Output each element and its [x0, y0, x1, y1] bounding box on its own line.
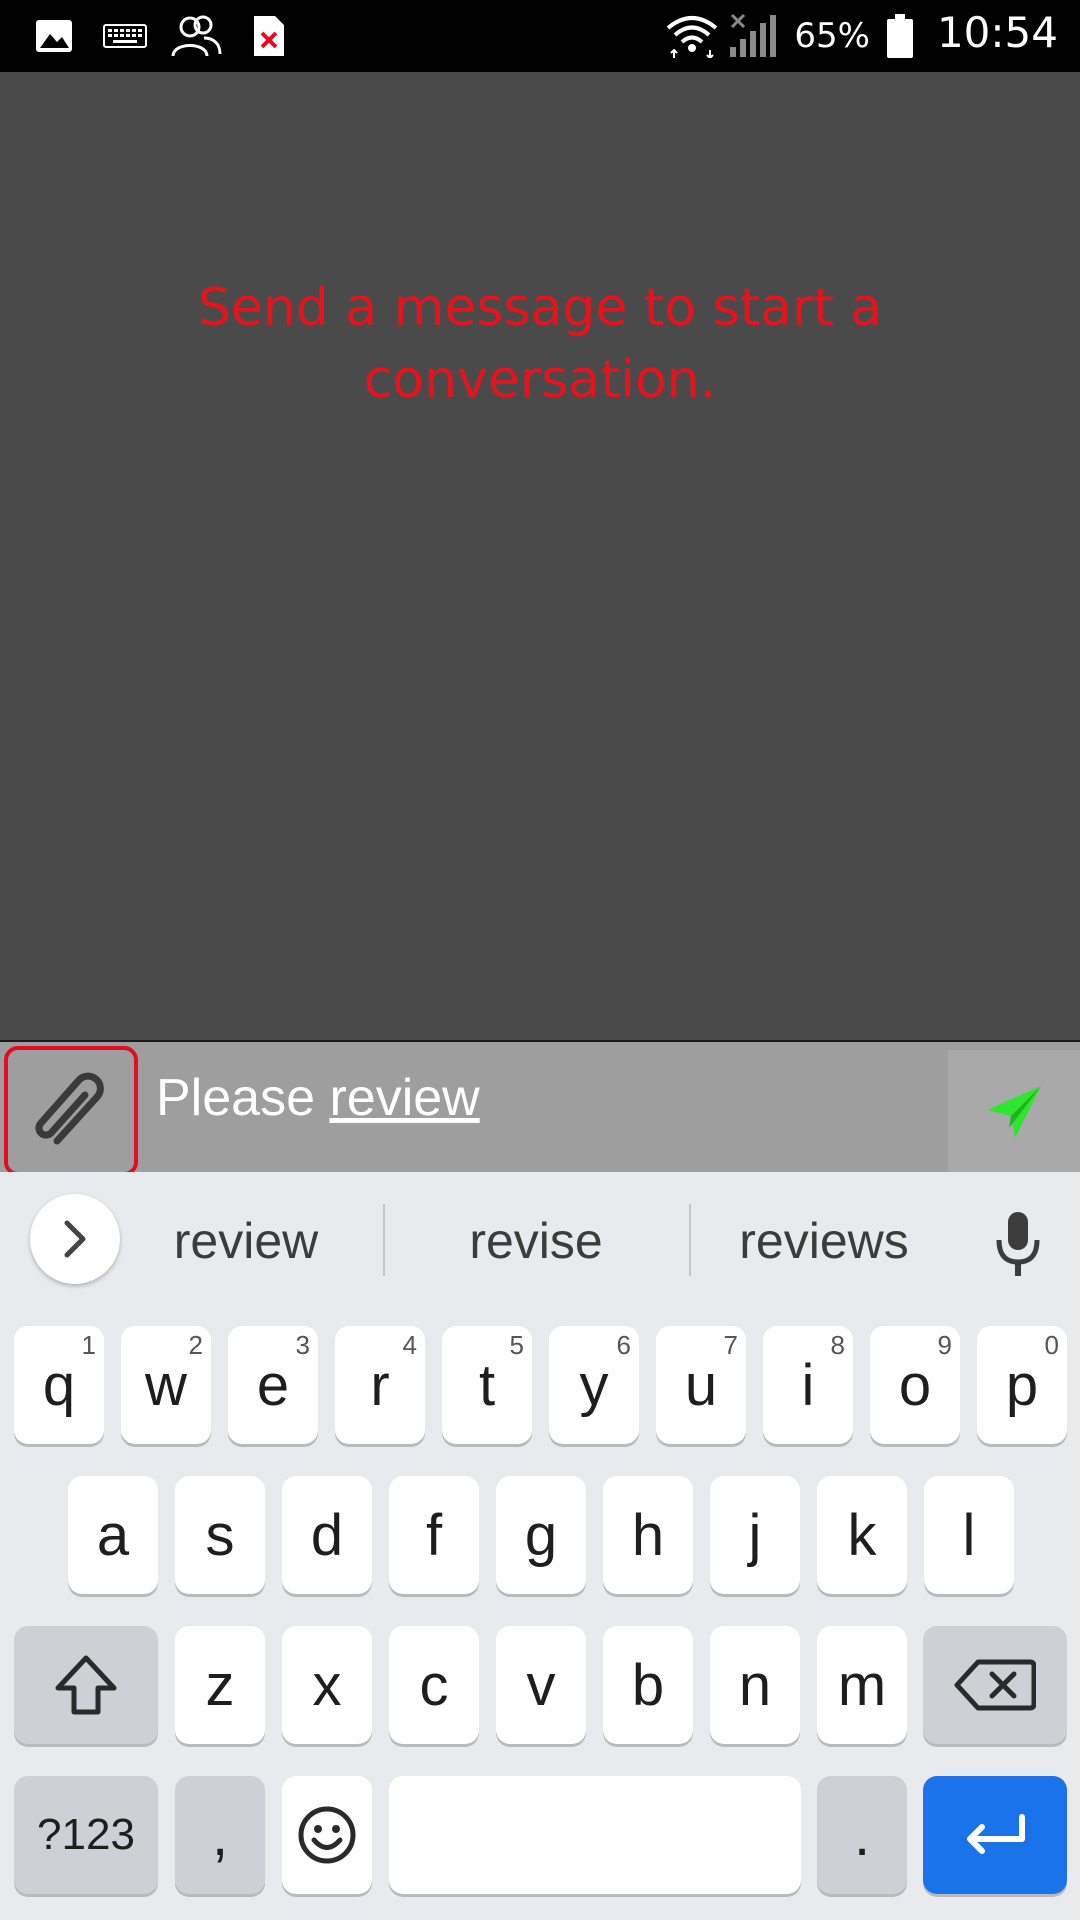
shift-arrow-icon — [55, 1655, 117, 1715]
key-c[interactable]: c — [389, 1626, 479, 1744]
key-a[interactable]: a — [68, 1476, 158, 1594]
key-number-hint: 4 — [402, 1330, 417, 1360]
message-input-text: Please — [156, 1069, 330, 1127]
symbols-key[interactable]: ?123 — [14, 1776, 158, 1894]
status-bar: 65% 10:54 — [0, 0, 1080, 72]
key-m[interactable]: m — [817, 1626, 907, 1744]
key-number-hint: 5 — [509, 1330, 524, 1360]
message-input[interactable]: Please review — [156, 1068, 480, 1128]
key-o[interactable]: o9 — [870, 1326, 960, 1444]
enter-arrow-icon — [967, 1814, 1025, 1854]
key-number-hint: 0 — [1044, 1330, 1059, 1360]
suggestion-1[interactable]: review — [140, 1212, 352, 1270]
key-k[interactable]: k — [817, 1476, 907, 1594]
emoji-smiley-icon — [298, 1806, 356, 1864]
key-q[interactable]: q1 — [14, 1326, 104, 1444]
suggestion-divider — [383, 1204, 385, 1276]
gallery-icon — [34, 12, 74, 60]
key-x[interactable]: x — [282, 1626, 372, 1744]
attach-button[interactable] — [4, 1046, 138, 1176]
microphone-icon — [996, 1212, 1040, 1276]
wifi-icon — [664, 12, 720, 60]
key-number-hint: 2 — [188, 1330, 203, 1360]
key-letter: y — [579, 1352, 609, 1418]
key-letter: q — [42, 1352, 76, 1418]
send-button[interactable] — [948, 1050, 1080, 1174]
key-number-hint: 3 — [295, 1330, 310, 1360]
empty-conversation-message: Send a message to start a conversation. — [197, 278, 883, 410]
key-v[interactable]: v — [496, 1626, 586, 1744]
key-letter: t — [478, 1352, 496, 1418]
suggestion-divider — [689, 1204, 691, 1276]
key-number-hint: 7 — [723, 1330, 738, 1360]
enter-key[interactable] — [923, 1776, 1067, 1894]
key-letter: r — [370, 1352, 390, 1418]
key-letter: o — [898, 1352, 932, 1418]
voice-input-button[interactable] — [986, 1206, 1050, 1282]
expand-toolbar-button[interactable] — [30, 1194, 120, 1284]
key-letter: w — [145, 1352, 187, 1418]
compose-bar: Please review — [0, 1040, 1080, 1176]
key-letter: p — [1005, 1352, 1039, 1418]
key-letter: i — [801, 1352, 815, 1418]
period-key[interactable]: . — [817, 1776, 907, 1894]
key-l[interactable]: l — [924, 1476, 1014, 1594]
backspace-key[interactable] — [923, 1626, 1067, 1744]
key-letter: e — [256, 1352, 290, 1418]
key-y[interactable]: y6 — [549, 1326, 639, 1444]
key-b[interactable]: b — [603, 1626, 693, 1744]
message-input-composing-word: review — [329, 1069, 480, 1127]
key-f[interactable]: f — [389, 1476, 479, 1594]
backspace-icon — [954, 1659, 1036, 1711]
key-z[interactable]: z — [175, 1626, 265, 1744]
key-d[interactable]: d — [282, 1476, 372, 1594]
key-h[interactable]: h — [603, 1476, 693, 1594]
space-bar[interactable] — [389, 1776, 801, 1894]
key-number-hint: 9 — [937, 1330, 952, 1360]
key-p[interactable]: p0 — [977, 1326, 1067, 1444]
key-j[interactable]: j — [710, 1476, 800, 1594]
key-number-hint: 1 — [81, 1330, 96, 1360]
key-w[interactable]: w2 — [121, 1326, 211, 1444]
key-r[interactable]: r4 — [335, 1326, 425, 1444]
key-s[interactable]: s — [175, 1476, 265, 1594]
key-i[interactable]: i8 — [763, 1326, 853, 1444]
contacts-icon — [170, 12, 222, 60]
battery-percentage: 65% — [794, 16, 870, 56]
key-letter: u — [684, 1352, 718, 1418]
on-screen-keyboard: review revise reviews q1 w2 e3 r4 t5 y6 … — [0, 1172, 1080, 1920]
key-t[interactable]: t5 — [442, 1326, 532, 1444]
send-icon — [987, 1086, 1041, 1138]
key-n[interactable]: n — [710, 1626, 800, 1744]
file-error-icon — [252, 12, 286, 60]
key-e[interactable]: e3 — [228, 1326, 318, 1444]
paperclip-icon — [35, 1072, 104, 1145]
clock: 10:54 — [936, 8, 1058, 57]
keyboard-icon — [102, 12, 148, 60]
battery-icon — [886, 12, 914, 60]
comma-key[interactable]: , — [175, 1776, 265, 1894]
chevron-right-icon — [64, 1220, 86, 1258]
key-u[interactable]: u7 — [656, 1326, 746, 1444]
suggestion-2[interactable]: revise — [420, 1212, 652, 1270]
key-g[interactable]: g — [496, 1476, 586, 1594]
emoji-key[interactable] — [282, 1776, 372, 1894]
chat-area: Send a message to start a conversation. — [0, 72, 1080, 1040]
key-number-hint: 6 — [616, 1330, 631, 1360]
key-number-hint: 8 — [830, 1330, 845, 1360]
signal-no-sim-icon — [728, 12, 776, 60]
suggestion-strip: review revise reviews — [0, 1172, 1080, 1312]
suggestion-3[interactable]: reviews — [714, 1212, 934, 1270]
shift-key[interactable] — [14, 1626, 158, 1744]
